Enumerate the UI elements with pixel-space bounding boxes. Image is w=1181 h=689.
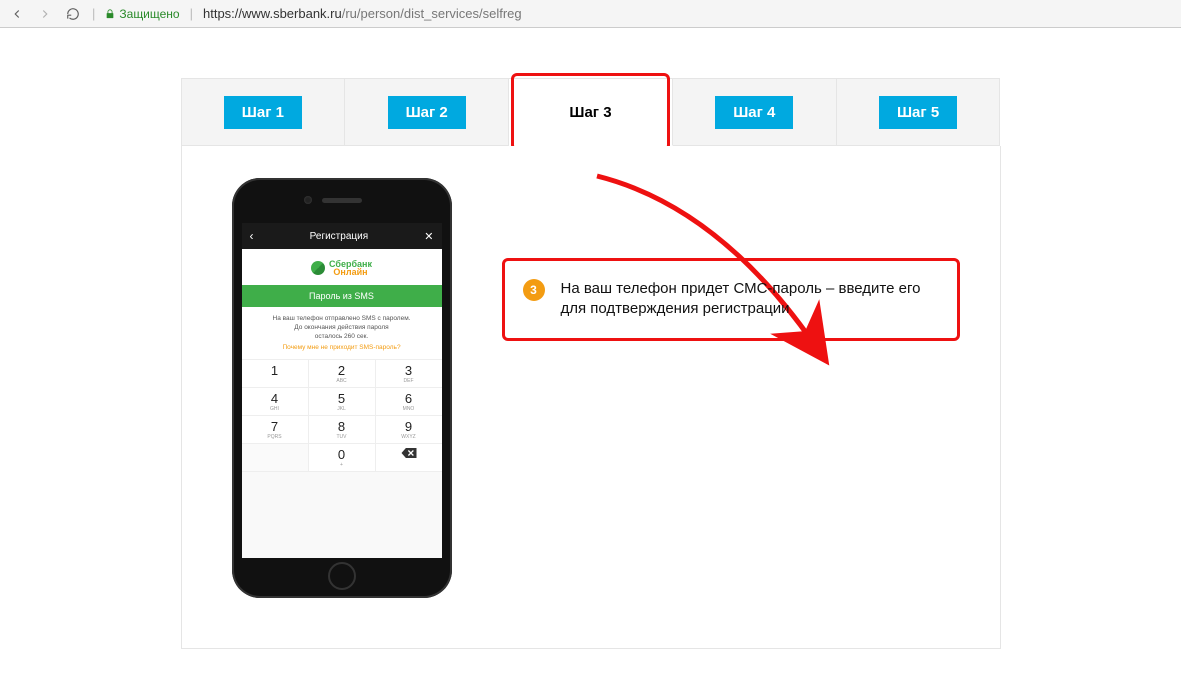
- phone-camera: [304, 196, 312, 204]
- keypad-key-3[interactable]: 3DEF: [376, 360, 442, 388]
- numeric-keypad: 12ABC3DEF 4GHI5JKL6MNO 7PQRS8TUV9WXYZ0+: [242, 359, 442, 472]
- close-icon[interactable]: ✕: [424, 230, 433, 243]
- url-host: https://www.sberbank.ru: [203, 6, 342, 21]
- help-link[interactable]: Почему мне не приходит SMS-пароль?: [248, 344, 436, 351]
- tab-step-5[interactable]: Шаг 5: [837, 78, 1001, 146]
- tab-step-4[interactable]: Шаг 4: [673, 78, 837, 146]
- browser-toolbar: | Защищено | https://www.sberbank.ru/ru/…: [0, 0, 1181, 28]
- tab-step-1[interactable]: Шаг 1: [181, 78, 346, 146]
- lock-icon: [105, 8, 115, 20]
- phone-mockup: ‹ Регистрация ✕ Сбербанк Онлайн Пароль и…: [232, 178, 452, 598]
- sms-password-header: Пароль из SMS: [242, 285, 442, 307]
- separator: |: [92, 6, 95, 21]
- url-path: /ru/person/dist_services/selfreg: [342, 6, 522, 21]
- step-tabs: Шаг 1 Шаг 2 Шаг 3 Шаг 4 Шаг 5: [181, 78, 1001, 146]
- screen-title: Регистрация: [254, 231, 425, 242]
- tab-button[interactable]: Шаг 1: [224, 96, 302, 129]
- tab-button[interactable]: Шаг 3: [541, 92, 639, 133]
- phone-speaker: [322, 198, 362, 203]
- tab-button[interactable]: Шаг 4: [715, 96, 793, 129]
- tab-button[interactable]: Шаг 2: [388, 96, 466, 129]
- back-button[interactable]: [8, 5, 26, 23]
- keypad-key-7[interactable]: 7PQRS: [242, 416, 309, 444]
- keypad-key-6[interactable]: 6MNO: [376, 388, 442, 416]
- tab-step-2[interactable]: Шаг 2: [345, 78, 509, 146]
- tab-button[interactable]: Шаг 5: [879, 96, 957, 129]
- secure-badge: Защищено: [105, 7, 179, 21]
- tab-step-3[interactable]: Шаг 3: [509, 78, 673, 146]
- keypad-key-0[interactable]: 0+: [309, 444, 376, 472]
- app-titlebar: ‹ Регистрация ✕: [242, 223, 442, 249]
- countdown-text-2: осталось 260 сек.: [248, 333, 436, 340]
- keypad-delete[interactable]: [376, 444, 442, 472]
- keypad-key-9[interactable]: 9WXYZ: [376, 416, 442, 444]
- backspace-icon: [401, 448, 417, 458]
- instruction-text: На ваш телефон придет СМС-пароль – введи…: [561, 280, 921, 317]
- keypad-key-4[interactable]: 4GHI: [242, 388, 309, 416]
- instruction-column: 3 На ваш телефон придет СМС-пароль – вве…: [502, 178, 960, 341]
- separator: |: [190, 6, 193, 21]
- phone-home-button: [328, 562, 356, 590]
- brand-header: Сбербанк Онлайн: [242, 249, 442, 285]
- sberbank-logo-icon: [311, 261, 325, 275]
- keypad-key-1[interactable]: 1: [242, 360, 309, 388]
- brand-name-2: Онлайн: [329, 267, 372, 277]
- address-bar[interactable]: https://www.sberbank.ru/ru/person/dist_s…: [203, 6, 522, 21]
- sms-message-area: На ваш телефон отправлено SMS с паролем.…: [242, 307, 442, 359]
- keypad-key-5[interactable]: 5JKL: [309, 388, 376, 416]
- page-content: Шаг 1 Шаг 2 Шаг 3 Шаг 4 Шаг 5 ‹ Регистра…: [0, 78, 1181, 649]
- instruction-callout: 3 На ваш телефон придет СМС-пароль – вве…: [502, 258, 960, 341]
- countdown-text-1: До окончания действия пароля: [248, 324, 436, 331]
- sms-sent-text: На ваш телефон отправлено SMS с паролем.: [248, 315, 436, 322]
- keypad-key-2[interactable]: 2ABC: [309, 360, 376, 388]
- secure-label: Защищено: [119, 7, 179, 21]
- keypad-empty: [242, 444, 309, 472]
- step-content: ‹ Регистрация ✕ Сбербанк Онлайн Пароль и…: [181, 146, 1001, 649]
- forward-button[interactable]: [36, 5, 54, 23]
- keypad-key-8[interactable]: 8TUV: [309, 416, 376, 444]
- step-number-badge: 3: [523, 279, 545, 301]
- reload-button[interactable]: [64, 5, 82, 23]
- phone-screen: ‹ Регистрация ✕ Сбербанк Онлайн Пароль и…: [242, 223, 442, 558]
